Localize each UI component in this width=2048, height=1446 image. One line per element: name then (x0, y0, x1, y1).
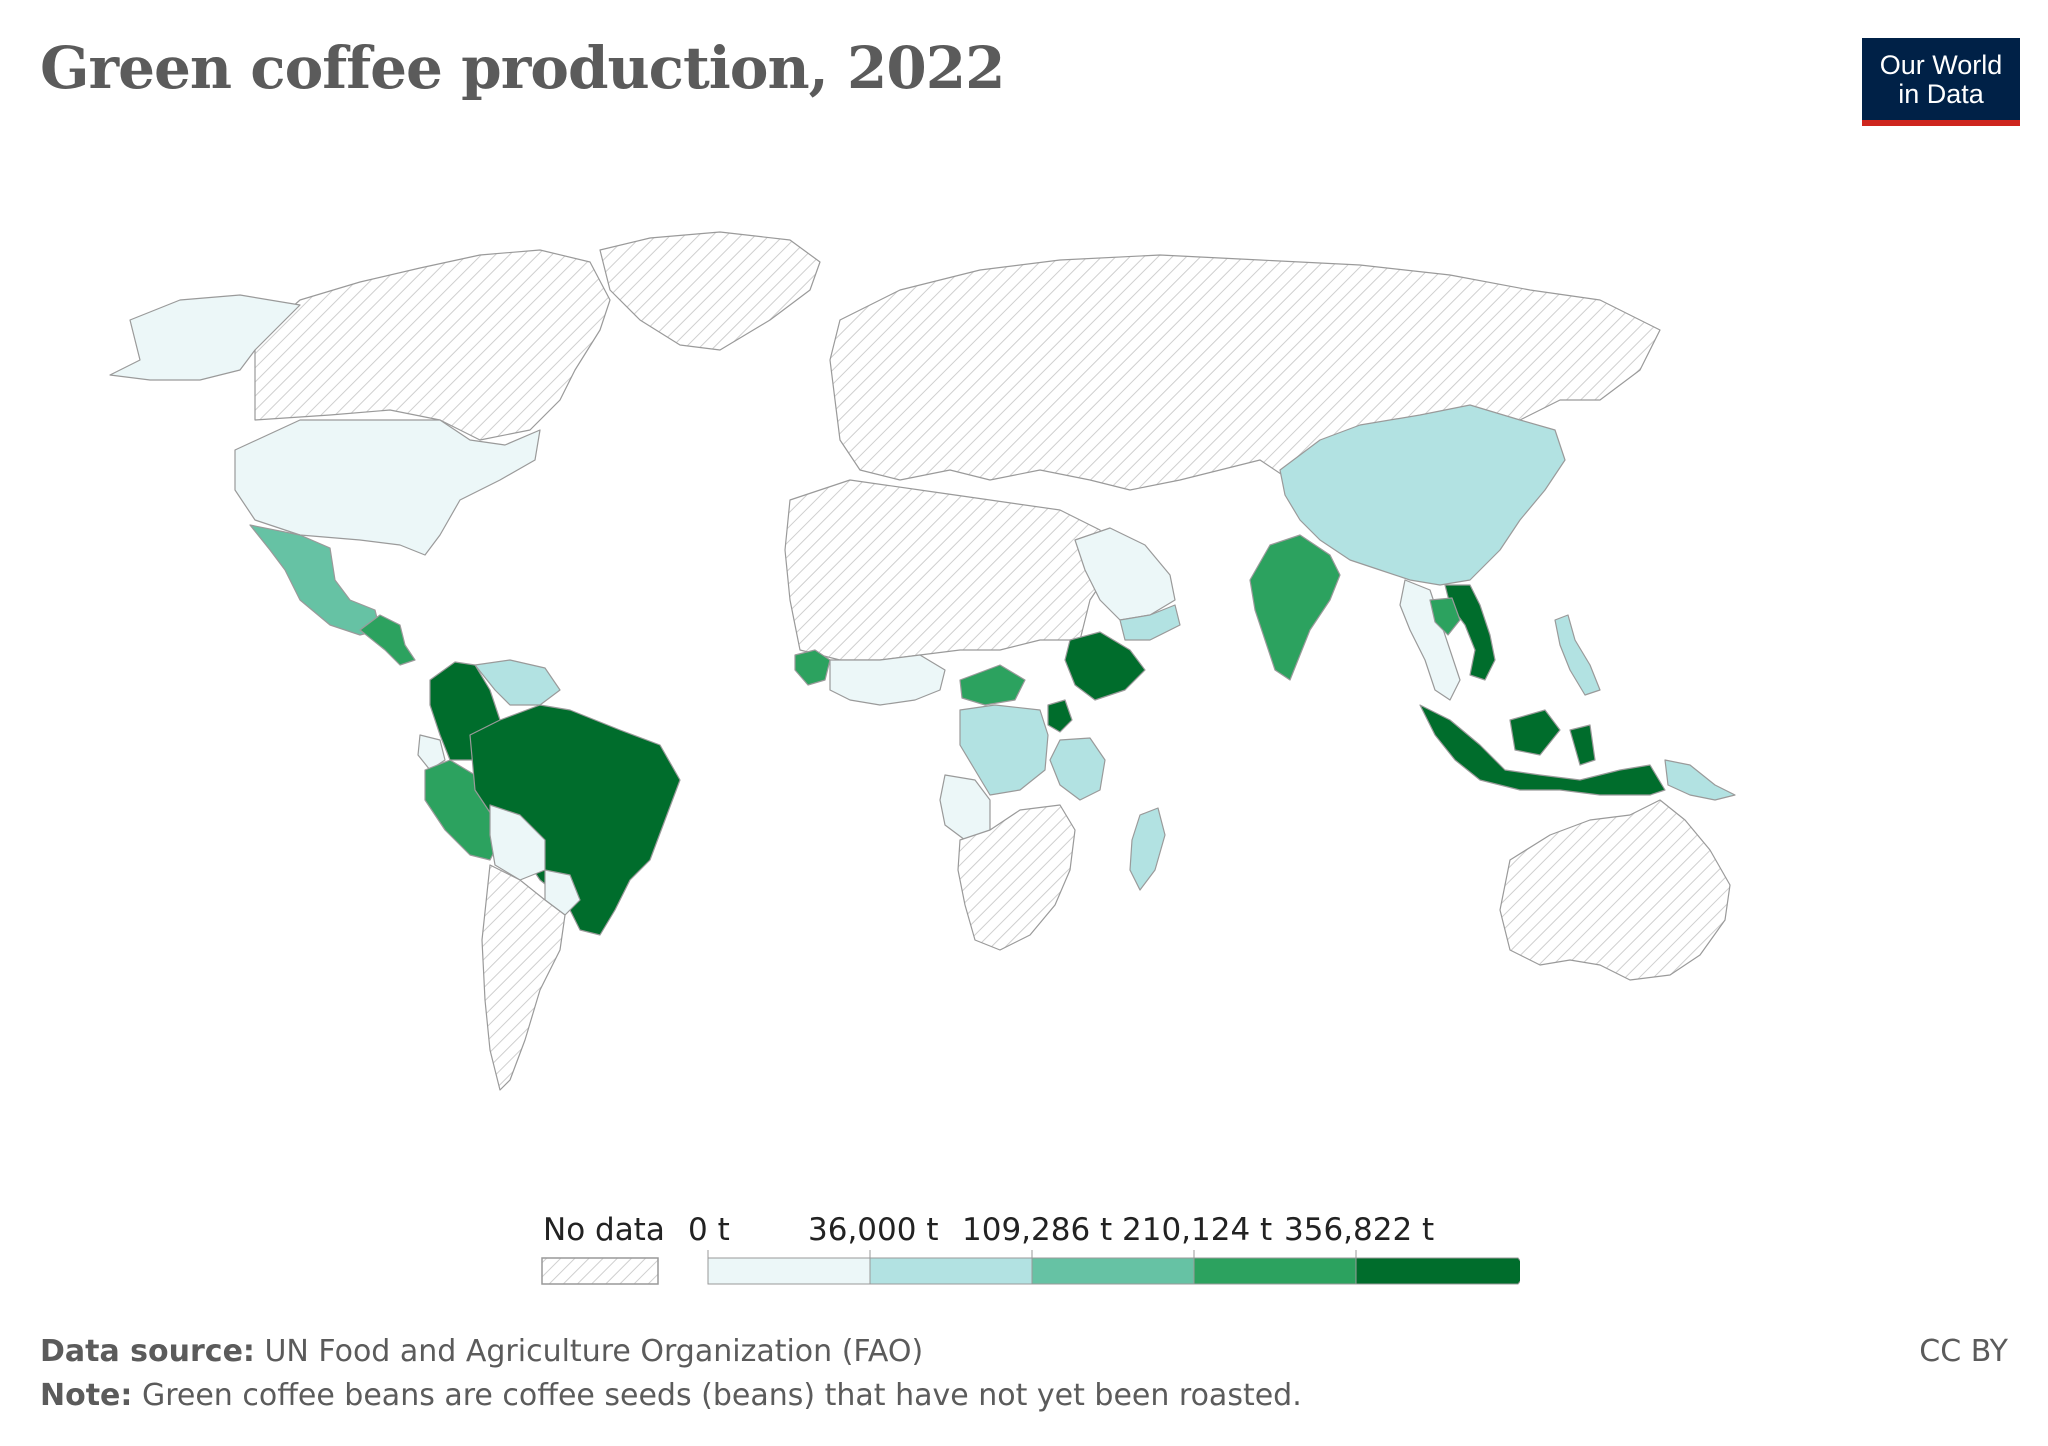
legend-bin-3[interactable] (1193, 1257, 1357, 1285)
region-central-african-republic[interactable] (959, 664, 1026, 706)
region-tanzania[interactable] (1049, 737, 1106, 801)
region-canada[interactable] (254, 249, 611, 441)
region-india[interactable] (1249, 534, 1341, 681)
legend-bin-4[interactable] (1355, 1257, 1520, 1285)
legend-tick-label: 0 t (688, 1212, 730, 1248)
region-australia[interactable] (1499, 799, 1731, 981)
note: Note: Green coffee beans are coffee seed… (40, 1378, 1302, 1413)
region-angola[interactable] (939, 774, 991, 841)
region-saudi-arabia[interactable] (1074, 527, 1176, 621)
region-ethiopia[interactable] (1064, 631, 1146, 701)
note-label: Note: (40, 1378, 133, 1413)
legend-no-data-label: No data (543, 1212, 665, 1248)
region-west-africa[interactable] (829, 654, 946, 706)
region-north-africa[interactable] (784, 479, 1111, 661)
legend-tick-label: 109,286 t (962, 1212, 1113, 1248)
data-source: Data source: UN Food and Agriculture Org… (40, 1334, 923, 1369)
logo-line-1: Our World (1879, 50, 2003, 80)
region-indonesia[interactable] (1419, 704, 1666, 796)
world-map (109, 231, 1736, 1091)
data-source-text[interactable]: UN Food and Agriculture Organization (FA… (264, 1334, 923, 1369)
legend-tick-label: 36,000 t (808, 1212, 939, 1248)
chart-title: Green coffee production, 2022 (40, 34, 1005, 102)
region-mexico[interactable] (249, 524, 381, 636)
region-madagascar[interactable] (1129, 807, 1166, 891)
legend-bin-0[interactable] (707, 1257, 871, 1285)
logo-line-2: in Data (1898, 79, 1984, 109)
legend-bin-2[interactable] (1031, 1257, 1195, 1285)
legend-tick-label: 210,124 t (1122, 1212, 1273, 1248)
legend-bin-1[interactable] (869, 1257, 1033, 1285)
legend-tick-label: 356,822 t (1284, 1212, 1435, 1248)
region-greenland[interactable] (599, 231, 821, 351)
legend-no-data-swatch (541, 1257, 659, 1285)
color-legend (541, 1250, 1520, 1285)
region-uganda[interactable] (1047, 699, 1073, 733)
region-philippines[interactable] (1554, 614, 1601, 696)
region-papua-new-guinea[interactable] (1664, 759, 1736, 801)
note-text: Green coffee beans are coffee seeds (bea… (141, 1378, 1302, 1413)
owid-logo[interactable]: Our World in Data (1862, 38, 2020, 126)
license[interactable]: CC BY (1919, 1334, 2008, 1369)
data-source-label: Data source: (40, 1334, 255, 1369)
